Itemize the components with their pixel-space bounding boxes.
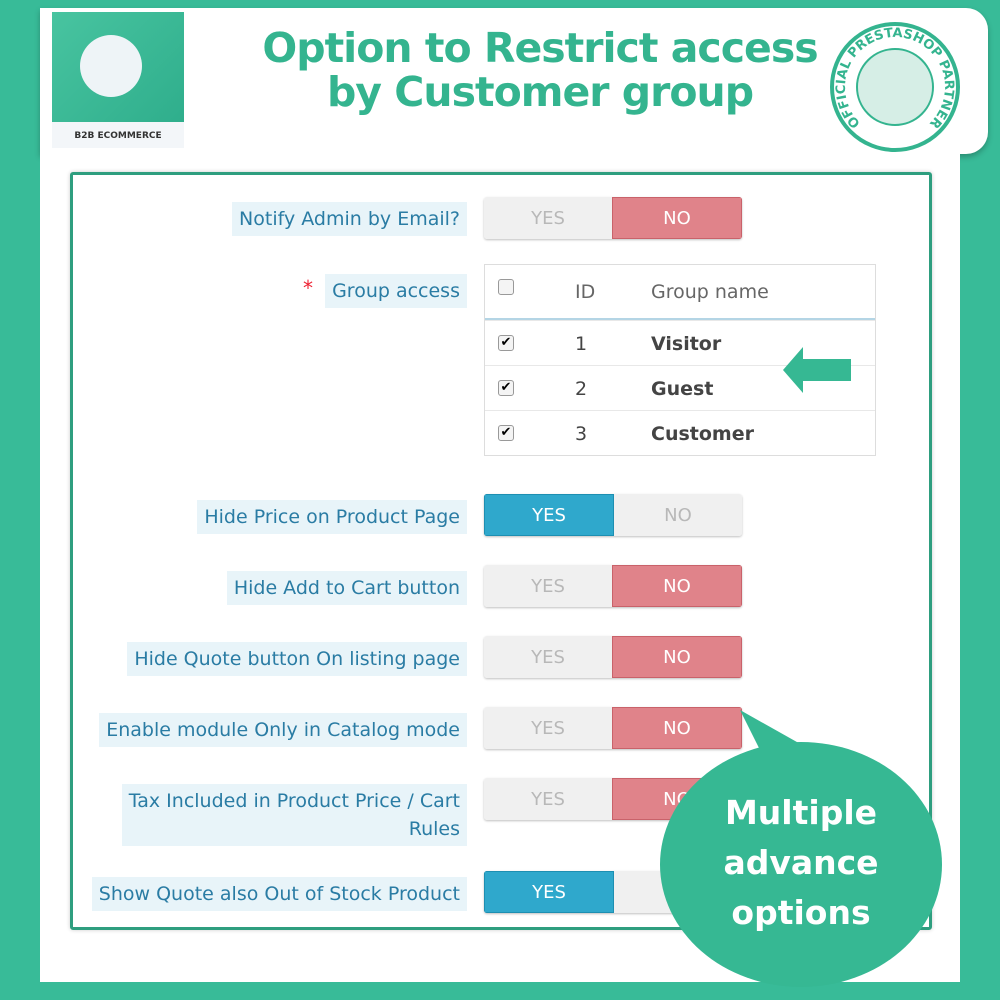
yes-option[interactable]: YES bbox=[484, 565, 612, 607]
callout-line-2: advance bbox=[723, 843, 879, 882]
row-id: 1 bbox=[575, 333, 588, 355]
table-header: ID Group name bbox=[485, 265, 875, 320]
yes-option[interactable]: YES bbox=[484, 871, 614, 913]
title-line-1: Option to Restrict access bbox=[262, 24, 818, 72]
users-exchange-icon bbox=[80, 35, 142, 97]
row-checkbox[interactable]: ✔ bbox=[498, 380, 514, 396]
out-of-stock-label: Show Quote also Out of Stock Product bbox=[91, 877, 467, 911]
hide-cart-toggle[interactable]: YES NO bbox=[484, 565, 742, 607]
badge-text-path: OFFICIAL PRESTASHOP PARTNER bbox=[834, 26, 956, 131]
group-access-label: Group access bbox=[325, 274, 467, 308]
b2b-logo: B2B ECOMMERCE bbox=[52, 12, 184, 148]
hide-quote-toggle[interactable]: YES NO bbox=[484, 636, 742, 678]
badge-text-ring: OFFICIAL PRESTASHOP PARTNER bbox=[834, 26, 956, 131]
no-option[interactable]: NO bbox=[612, 197, 742, 239]
row-id: 2 bbox=[575, 378, 588, 400]
yes-option[interactable]: YES bbox=[484, 636, 612, 678]
no-option[interactable]: NO bbox=[612, 707, 742, 749]
prestashop-partner-badge: OFFICIAL PRESTASHOP PARTNER bbox=[830, 22, 960, 152]
hide-price-label: Hide Price on Product Page bbox=[197, 500, 467, 534]
no-option[interactable]: NO bbox=[612, 565, 742, 607]
label-line-2: Rules bbox=[408, 818, 460, 840]
select-all-checkbox[interactable] bbox=[498, 279, 514, 295]
banner-header: B2B ECOMMERCE Option to Restrict access … bbox=[40, 8, 988, 154]
badge-text: OFFICIAL PRESTASHOP PARTNER bbox=[834, 26, 956, 131]
row-checkbox[interactable]: ✔ bbox=[498, 425, 514, 441]
row-name: Customer bbox=[651, 423, 754, 445]
hide-quote-label: Hide Quote button On listing page bbox=[127, 642, 467, 676]
label-line-1: Tax Included in Product Price / Cart bbox=[128, 790, 460, 812]
title-line-2: by Customer group bbox=[326, 68, 754, 116]
row-name: Guest bbox=[651, 378, 714, 400]
hide-price-toggle[interactable]: YES NO bbox=[484, 494, 742, 536]
notify-toggle[interactable]: YES NO bbox=[484, 197, 742, 239]
row-id: 3 bbox=[575, 423, 588, 445]
hide-cart-label: Hide Add to Cart button bbox=[226, 571, 467, 605]
row-name: Visitor bbox=[651, 333, 722, 355]
callout-line-1: Multiple bbox=[724, 793, 878, 832]
yes-option[interactable]: YES bbox=[484, 707, 612, 749]
catalog-mode-toggle[interactable]: YES NO bbox=[484, 707, 742, 749]
arrow-left-icon bbox=[783, 347, 851, 393]
catalog-mode-label: Enable module Only in Catalog mode bbox=[99, 713, 467, 747]
no-option[interactable]: NO bbox=[614, 494, 742, 536]
required-mark: * bbox=[303, 276, 313, 300]
table-row: ✔ 3 Customer bbox=[485, 410, 875, 456]
logo-text: B2B ECOMMERCE bbox=[74, 131, 162, 141]
notify-label: Notify Admin by Email? bbox=[232, 202, 467, 236]
page-title: Option to Restrict access by Customer gr… bbox=[210, 26, 870, 114]
callout-bubble: Multiple advance options bbox=[660, 742, 942, 987]
column-id: ID bbox=[575, 281, 596, 303]
no-option[interactable]: NO bbox=[612, 636, 742, 678]
callout-line-3: options bbox=[731, 893, 871, 932]
yes-option[interactable]: YES bbox=[484, 197, 612, 239]
row-checkbox[interactable]: ✔ bbox=[498, 335, 514, 351]
yes-option[interactable]: YES bbox=[484, 494, 614, 536]
yes-option[interactable]: YES bbox=[484, 778, 612, 820]
column-group-name: Group name bbox=[651, 281, 769, 303]
tax-included-label: Tax Included in Product Price / Cart Rul… bbox=[121, 784, 467, 846]
